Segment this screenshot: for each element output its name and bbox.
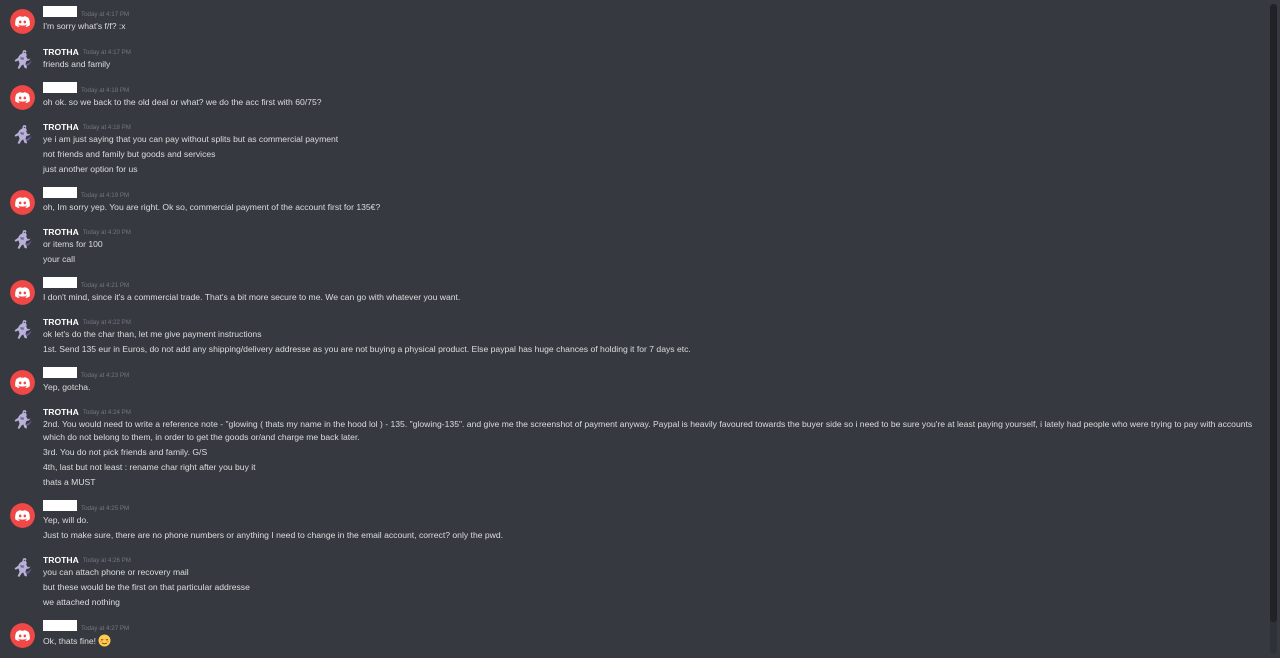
redacted-username[interactable] [43,187,77,198]
message-group: TROTHA Today at 4:18 PM ye i am just sayin… [0,121,1268,177]
redacted-username[interactable] [43,500,77,511]
message-text: 3rd. You do not pick friends and family.… [43,447,208,457]
message-group: Today at 4:18 PM oh ok. so we back to the… [0,82,1268,110]
message-text: 2nd. You would need to write a reference… [43,419,1253,442]
redacted-username[interactable] [43,620,77,631]
message-text: ye i am just saying that you can pay wit… [43,134,339,144]
message-group: TROTHA Today at 4:17 PM friends and family [0,46,1268,72]
message-text: we attached nothing [43,597,120,607]
message-group: TROTHA Today at 4:24 PM 2nd. You would nee… [0,406,1268,490]
message-group: TROTHA Today at 4:26 PM you can attach pho… [0,554,1268,610]
mewtwo-figure-icon[interactable] [10,407,35,432]
redacted-username[interactable] [43,82,77,93]
message-group: Today at 4:21 PM I don't mind, since it's… [0,277,1268,305]
scrollbar-track[interactable] [1270,4,1277,654]
chat-messages-pane: Today at 4:17 PM I'm sorry what's f/f? :x… [0,0,1280,658]
message-text: your call [43,254,75,264]
scrollbar-thumb[interactable] [1270,4,1277,622]
username[interactable]: TROTHA [43,554,79,566]
message-text: I'm sorry what's f/f? :x [43,21,126,31]
mewtwo-figure-icon[interactable] [10,227,35,252]
redacted-username[interactable] [43,6,77,17]
message-text: oh, Im sorry yep. You are right. Ok so, … [43,202,381,212]
redacted-username[interactable] [43,277,77,288]
discord-logo-icon[interactable] [10,280,35,305]
mewtwo-figure-icon[interactable] [10,47,35,72]
message-text: or items for 100 [43,239,103,249]
message-group: Today at 4:17 PM I'm sorry what's f/f? :x [0,6,1268,34]
mewtwo-figure-icon[interactable] [10,122,35,147]
message-text: Ok, thats fine! [43,634,111,648]
message-text: just another option for us [43,164,138,174]
mewtwo-figure-icon[interactable] [10,317,35,342]
message-text: Yep, will do. [43,515,89,525]
username[interactable]: TROTHA [43,226,79,238]
message-text: Just to make sure, there are no phone nu… [43,530,504,540]
message-text: oh ok. so we back to the old deal or wha… [43,97,322,107]
username[interactable]: TROTHA [43,316,79,328]
discord-logo-icon[interactable] [10,85,35,110]
redacted-username[interactable] [43,367,77,378]
username[interactable]: TROTHA [43,121,79,133]
message-group: Today at 4:23 PM Yep, gotcha. [0,367,1268,395]
discord-logo-icon[interactable] [10,503,35,528]
message-group: Today at 4:19 PM oh, Im sorry yep. You ar… [0,187,1268,215]
mewtwo-figure-icon[interactable] [10,555,35,580]
relieved-face-emoji [98,634,111,647]
message-text: but these would be the first on that par… [43,582,250,592]
message-group: TROTHA Today at 4:22 PM ok let's do the ch… [0,316,1268,357]
message-text: thats a MUST [43,477,96,487]
message-group: Today at 4:27 PM Ok, thats fine! [0,620,1268,648]
message-text: you can attach phone or recovery mail [43,567,189,577]
message-group: TROTHA Today at 4:20 PM or items for 100 yo… [0,226,1268,267]
message-text: ok let's do the char than, let me give p… [43,329,262,339]
message-text: 1st. Send 135 eur in Euros, do not add a… [43,344,691,354]
message-text: 4th, last but not least : rename char ri… [43,462,256,472]
username[interactable]: TROTHA [43,406,79,418]
discord-logo-icon[interactable] [10,370,35,395]
message-text: not friends and family but goods and ser… [43,149,216,159]
discord-logo-icon[interactable] [10,190,35,215]
discord-logo-icon[interactable] [10,623,35,648]
username[interactable]: TROTHA [43,46,79,58]
message-group: Today at 4:25 PM Yep, will do. Just to mak… [0,500,1268,543]
discord-logo-icon[interactable] [10,9,35,34]
message-text: friends and family [43,59,111,69]
message-text: I don't mind, since it's a commercial tr… [43,292,461,302]
message-text: Yep, gotcha. [43,382,91,392]
